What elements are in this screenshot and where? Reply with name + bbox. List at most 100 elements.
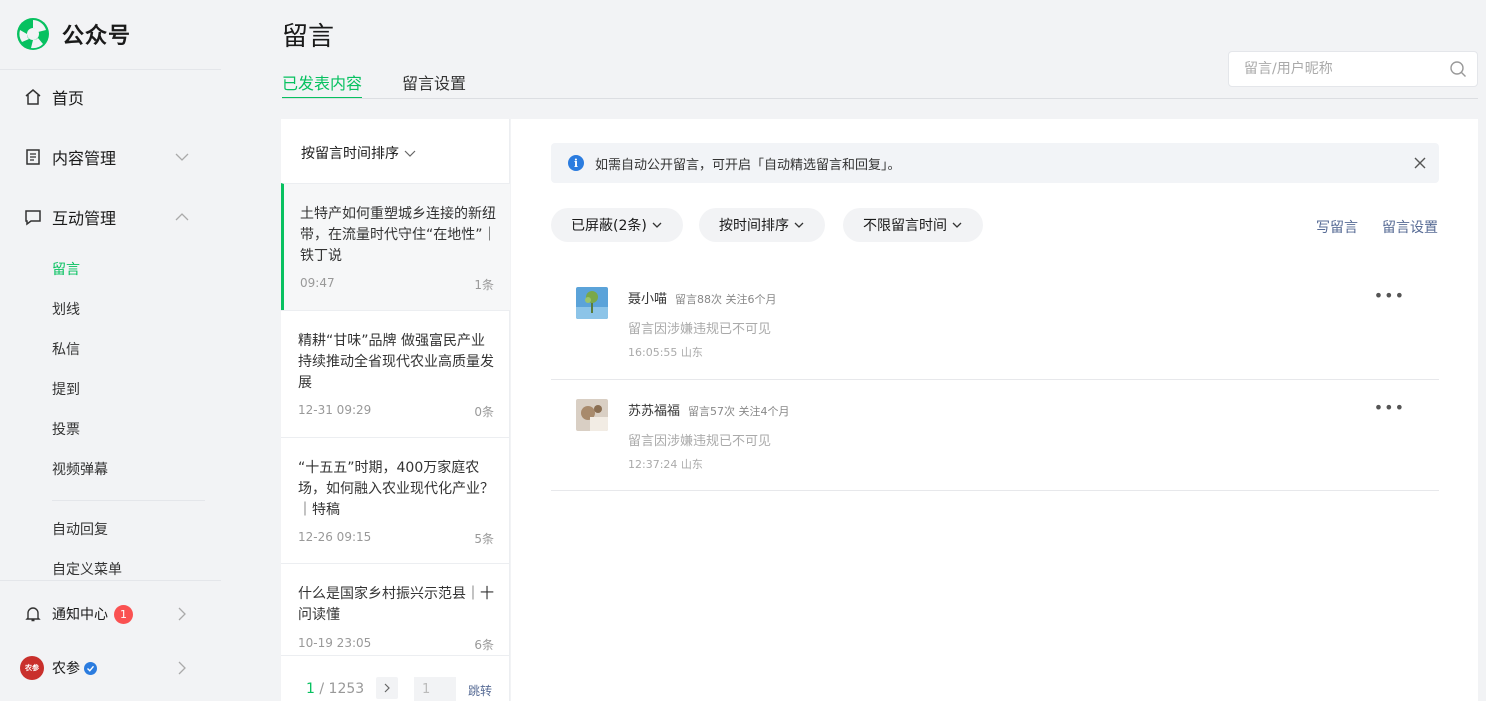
account-avatar: 农参 (20, 656, 44, 680)
article-comment-count: 5条 (474, 532, 494, 546)
article-item[interactable]: 什么是国家乡村振兴示范县｜十问读懂 10-19 23:05 6条 (281, 563, 510, 655)
comment-author: 苏苏福福 留言57次 关注4个月 (628, 400, 790, 419)
divider (0, 580, 221, 581)
chevron-right-icon (178, 661, 186, 675)
divider (551, 490, 1439, 491)
article-item[interactable]: 精耕“甘味”品牌 做强富民产业 持续推动全省现代农业高质量发展 12-31 09… (281, 310, 510, 437)
comment-item: 聂小喵 留言88次 关注6个月 留言因涉嫌违规已不可见 16:05:55 山东 •… (551, 267, 1439, 380)
nav-notifications-label: 通知中心 (52, 607, 108, 623)
sort-label: 按留言时间排序 (301, 146, 399, 162)
tab-published[interactable]: 已发表内容 (282, 70, 363, 99)
comment-settings-link[interactable]: 留言设置 (1382, 217, 1438, 237)
logo-icon (16, 17, 50, 51)
article-item[interactable]: “十五五”时期，400万家庭农场，如何融入农业现代化产业？｜特稿 12-26 0… (281, 437, 510, 563)
comment-time: 16:05:55 山东 (628, 346, 703, 359)
nav-sub-comments[interactable]: 留言 (52, 260, 80, 280)
avatar[interactable] (576, 287, 608, 319)
more-icon[interactable]: ••• (1374, 288, 1405, 304)
next-page-button[interactable] (376, 677, 398, 699)
article-title: 精耕“甘味”品牌 做强富民产业 持续推动全省现代农业高质量发展 (298, 333, 494, 391)
notice-text: 如需自动公开留言，可开启「自动精选留言和回复」。 (595, 157, 901, 173)
nav-sub-votes[interactable]: 投票 (52, 420, 80, 440)
notification-badge: 1 (114, 604, 133, 624)
tab-comment-settings[interactable]: 留言设置 (402, 70, 466, 99)
article-title: 什么是国家乡村振兴示范县｜十问读懂 (298, 586, 494, 623)
more-icon[interactable]: ••• (1374, 400, 1405, 416)
jump-page-input[interactable] (414, 677, 456, 701)
divider (52, 500, 205, 501)
divider (0, 69, 221, 70)
sort-dropdown[interactable]: 按留言时间排序 (301, 143, 417, 163)
author-meta: 留言88次 关注6个月 (675, 293, 777, 306)
nav-home-label: 首页 (52, 89, 85, 108)
nav-sub-danmaku[interactable]: 视频弹幕 (52, 460, 108, 480)
total-pages: 1253 (328, 681, 365, 697)
article-list: 按留言时间排序 土特产如何重塑城乡连接的新纽带，在流量时代守住“在地性”｜铁丁说… (281, 119, 510, 701)
nav-notifications[interactable]: 通知中心 1 (0, 594, 221, 634)
home-icon (24, 88, 42, 106)
page-indicator: 1 / 1253 (306, 681, 364, 697)
comment-panel: i 如需自动公开留言，可开启「自动精选留言和回复」。 已屏蔽(2条) 按时间排序… (511, 119, 1478, 701)
article-comment-count: 6条 (474, 638, 494, 652)
info-icon: i (568, 155, 584, 171)
article-date: 12-26 09:15 (298, 530, 372, 544)
app-name: 公众号 (62, 24, 132, 49)
author-name[interactable]: 聂小喵 (628, 292, 667, 307)
logo[interactable]: 公众号 (16, 16, 131, 52)
filter-sort-label: 按时间排序 (719, 218, 789, 234)
comment-text: 留言因涉嫌违规已不可见 (628, 322, 772, 337)
nav-account[interactable]: 农参 农参 (0, 648, 221, 688)
current-page: 1 (306, 681, 315, 697)
search-input[interactable] (1244, 61, 1439, 77)
chevron-right-icon (178, 607, 186, 621)
notice-banner: i 如需自动公开留言，可开启「自动精选留言和回复」。 (551, 143, 1439, 183)
filter-blocked[interactable]: 已屏蔽(2条) (551, 208, 683, 242)
sidebar: 公众号 首页 内容管理 互动管理 留言 划线 私信 提到 投票 视频弹幕 自动回… (0, 0, 221, 701)
chevron-down-icon (404, 150, 416, 157)
nav-sub-mentions[interactable]: 提到 (52, 380, 80, 400)
write-comment-link[interactable]: 写留言 (1316, 217, 1358, 237)
article-comment-count: 0条 (474, 405, 494, 419)
chevron-up-icon (175, 213, 189, 221)
filter-time[interactable]: 不限留言时间 (843, 208, 983, 242)
article-item[interactable]: 土特产如何重塑城乡连接的新纽带，在流量时代守住“在地性”｜铁丁说 09:47 1… (281, 183, 510, 311)
nav-content[interactable]: 内容管理 (0, 137, 221, 177)
filter-time-label: 不限留言时间 (863, 218, 947, 234)
search-icon[interactable] (1449, 60, 1467, 78)
tab-bar: 已发表内容 留言设置 (282, 70, 506, 99)
pagination: 1 / 1253 跳转 (281, 655, 510, 701)
chevron-down-icon (652, 222, 662, 228)
chevron-right-icon (384, 683, 390, 693)
comment-text: 留言因涉嫌违规已不可见 (628, 434, 772, 449)
comment-item: 苏苏福福 留言57次 关注4个月 留言因涉嫌违规已不可见 12:37:24 山东 … (551, 379, 1439, 491)
search-box[interactable] (1228, 51, 1478, 87)
nav-sub-underline[interactable]: 划线 (52, 300, 80, 320)
comment-time: 12:37:24 山东 (628, 458, 703, 471)
nav-interaction-label: 互动管理 (52, 209, 117, 228)
article-date: 12-31 09:29 (298, 403, 372, 417)
chevron-down-icon (794, 222, 804, 228)
nav-interaction[interactable]: 互动管理 (0, 197, 221, 237)
jump-button[interactable]: 跳转 (468, 682, 492, 699)
document-icon (24, 148, 42, 166)
close-icon[interactable] (1413, 156, 1427, 170)
article-title: “十五五”时期，400万家庭农场，如何融入农业现代化产业？｜特稿 (298, 460, 494, 518)
nav-content-label: 内容管理 (52, 149, 117, 168)
account-name: 农参 (52, 661, 80, 677)
nav-home[interactable]: 首页 (0, 77, 221, 117)
nav-sub-custom-menu[interactable]: 自定义菜单 (52, 560, 122, 580)
chevron-down-icon (952, 222, 962, 228)
nav-sub-auto-reply[interactable]: 自动回复 (52, 520, 108, 540)
filter-blocked-label: 已屏蔽(2条) (571, 218, 647, 234)
avatar[interactable] (576, 399, 608, 431)
article-title: 土特产如何重塑城乡连接的新纽带，在流量时代守住“在地性”｜铁丁说 (300, 206, 497, 264)
page-title: 留言 (282, 22, 335, 52)
article-date: 09:47 (300, 276, 335, 290)
verified-icon (84, 661, 97, 675)
chevron-down-icon (175, 153, 189, 161)
article-date: 10-19 23:05 (298, 636, 372, 650)
nav-sub-messages[interactable]: 私信 (52, 340, 80, 360)
tabs-underline (282, 98, 1478, 99)
filter-sort[interactable]: 按时间排序 (699, 208, 825, 242)
author-name[interactable]: 苏苏福福 (628, 404, 680, 419)
